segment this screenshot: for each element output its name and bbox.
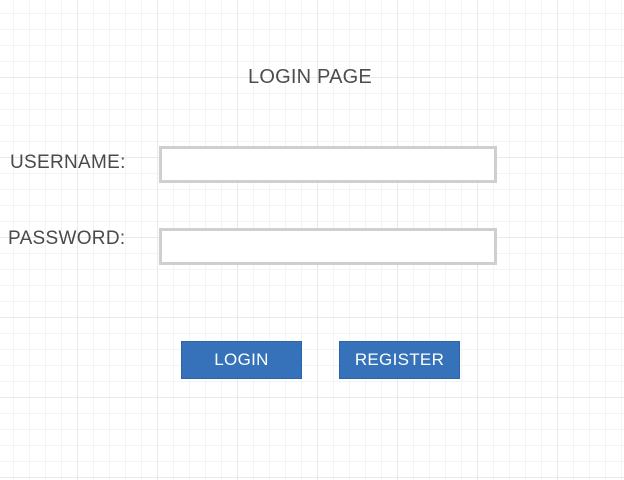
password-input[interactable] — [159, 228, 497, 265]
password-label: PASSWORD: — [8, 228, 126, 249]
username-label: USERNAME: — [10, 152, 126, 173]
login-button[interactable]: LOGIN — [181, 341, 302, 379]
page-title: LOGIN PAGE — [248, 66, 372, 88]
register-button[interactable]: REGISTER — [339, 341, 460, 379]
username-input[interactable] — [159, 146, 497, 183]
